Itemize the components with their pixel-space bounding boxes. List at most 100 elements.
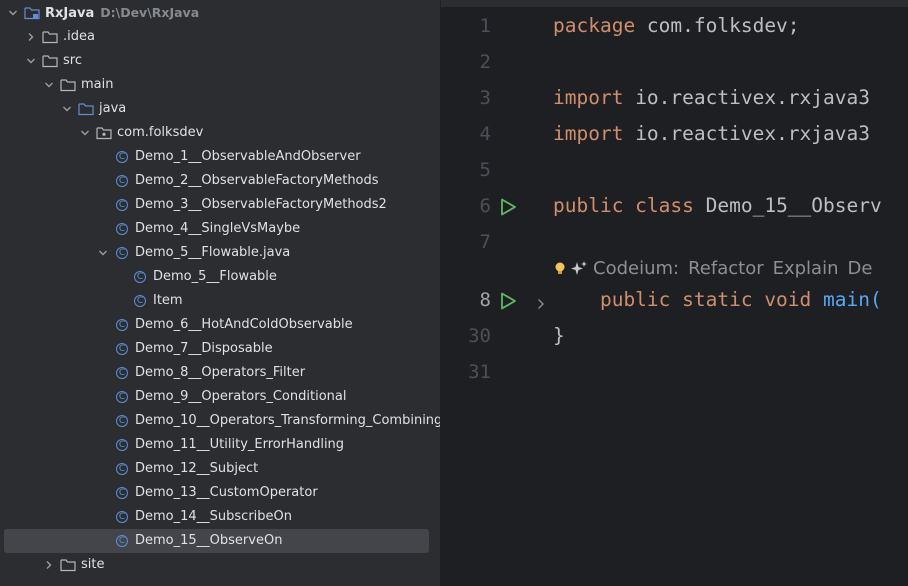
class-icon: C bbox=[114, 173, 130, 189]
code-token: io.reactivex.rxjava3 bbox=[635, 86, 870, 109]
codeium-codelens[interactable]: Codeium: Refactor Explain De bbox=[553, 258, 881, 279]
tree-item-label: Demo_3__ObservableFactoryMethods2 bbox=[135, 197, 387, 212]
tree-item[interactable]: C Demo_7__Disposable bbox=[4, 337, 429, 361]
line-number: 4 bbox=[479, 123, 491, 145]
tree-item[interactable]: C Demo_12__Subject bbox=[4, 457, 429, 481]
chevron-down-icon[interactable] bbox=[62, 104, 72, 114]
code-line[interactable]: import io.reactivex.rxjava3 bbox=[553, 86, 870, 109]
tree-item-label: Demo_5__Flowable.java bbox=[135, 245, 291, 260]
chevron-down-icon[interactable] bbox=[98, 248, 108, 258]
tree-item[interactable]: C Demo_15__ObserveOn bbox=[4, 529, 429, 553]
package-icon bbox=[96, 125, 112, 141]
code-token: } bbox=[553, 324, 565, 347]
chevron-down-icon[interactable] bbox=[44, 80, 54, 90]
tree-item[interactable]: C Item bbox=[4, 289, 429, 313]
class-icon: C bbox=[132, 293, 148, 309]
code-line[interactable]: } bbox=[553, 324, 565, 347]
tree-item[interactable]: C Demo_5__Flowable bbox=[4, 265, 429, 289]
tree-item-label: Demo_14__SubscribeOn bbox=[135, 509, 293, 524]
tree-item[interactable]: site bbox=[4, 553, 429, 577]
tree-item-label: com.folksdev bbox=[117, 125, 204, 140]
folder-icon bbox=[60, 77, 76, 93]
class-icon: C bbox=[114, 245, 130, 261]
tree-item[interactable]: C Demo_13__CustomOperator bbox=[4, 481, 429, 505]
tree-item[interactable]: C Demo_2__ObservableFactoryMethods bbox=[4, 169, 429, 193]
folder-icon bbox=[42, 53, 58, 69]
code-line[interactable]: import io.reactivex.rxjava3 bbox=[553, 122, 870, 145]
tree-item-label: RxJava D:\Dev\RxJava bbox=[45, 5, 200, 21]
class-icon: C bbox=[114, 437, 130, 453]
class-icon: C bbox=[114, 485, 130, 501]
tree-item[interactable]: C Demo_4__SingleVsMaybe bbox=[4, 217, 429, 241]
tree-item[interactable]: main bbox=[4, 73, 429, 97]
line-number: 6 bbox=[479, 195, 491, 217]
project-path: D:\Dev\RxJava bbox=[100, 5, 200, 20]
code-editor[interactable]: 1 2 3 4 5 6 7 8 30 31 package com.folksdev; import… bbox=[441, 0, 908, 586]
tree-item[interactable]: C Demo_14__SubscribeOn bbox=[4, 505, 429, 529]
method-token: main( bbox=[823, 288, 882, 311]
tree-item[interactable]: C Demo_1__ObservableAndObserver bbox=[4, 145, 429, 169]
folder-icon bbox=[42, 29, 58, 45]
line-number: 8 bbox=[479, 289, 491, 311]
tree-item[interactable]: .idea bbox=[4, 25, 429, 49]
tree-item[interactable]: C Demo_11__Utility_ErrorHandling bbox=[4, 433, 429, 457]
tree-item[interactable]: RxJava D:\Dev\RxJava bbox=[4, 1, 429, 25]
folder-icon bbox=[60, 557, 76, 573]
class-icon: C bbox=[114, 317, 130, 333]
tree-item[interactable]: C Demo_3__ObservableFactoryMethods2 bbox=[4, 193, 429, 217]
line-number: 2 bbox=[479, 51, 491, 73]
codelens-codeium-label: Codeium: bbox=[593, 258, 680, 279]
tree-item[interactable]: C Demo_9__Operators_Conditional bbox=[4, 385, 429, 409]
tree-item-label: site bbox=[81, 557, 105, 572]
tree-item[interactable]: com.folksdev bbox=[4, 121, 429, 145]
codelens-docstring-link[interactable]: De bbox=[848, 258, 873, 279]
sparkle-icon[interactable] bbox=[569, 260, 589, 278]
tree-item-label: Demo_10__Operators_Transforming_Combinin… bbox=[135, 413, 440, 428]
editor-tab-strip-edge bbox=[441, 0, 908, 7]
codelens-explain-link[interactable]: Explain bbox=[773, 258, 839, 279]
keyword-token: import bbox=[553, 122, 636, 145]
chevron-down-icon[interactable] bbox=[26, 56, 36, 66]
tree-item-label: .idea bbox=[63, 29, 95, 44]
tree-item-label: java bbox=[99, 101, 127, 116]
code-line[interactable]: public class Demo_15__Observ bbox=[553, 194, 882, 217]
chevron-down-icon[interactable] bbox=[80, 128, 90, 138]
class-icon: C bbox=[114, 509, 130, 525]
run-icon[interactable] bbox=[498, 291, 518, 311]
tree-item-label: Demo_12__Subject bbox=[135, 461, 259, 476]
class-icon: C bbox=[132, 269, 148, 285]
keyword-token: import bbox=[553, 86, 636, 109]
lightbulb-icon[interactable] bbox=[553, 261, 567, 277]
tree-item-label: Demo_1__ObservableAndObserver bbox=[135, 149, 361, 164]
tree-item[interactable]: C Demo_10__Operators_Transforming_Combini… bbox=[4, 409, 440, 433]
tree-item-label: Demo_13__CustomOperator bbox=[135, 485, 318, 500]
keyword-token: public class bbox=[553, 194, 706, 217]
tree-item-label: Demo_9__Operators_Conditional bbox=[135, 389, 347, 404]
tree-item-label: Demo_8__Operators_Filter bbox=[135, 365, 306, 380]
tree-item[interactable]: C Demo_5__Flowable.java bbox=[4, 241, 429, 265]
code-line[interactable]: public static void main( bbox=[553, 288, 882, 311]
tree-item[interactable]: C Demo_8__Operators_Filter bbox=[4, 361, 429, 385]
fold-chevron-icon[interactable] bbox=[536, 295, 546, 309]
tree-item[interactable]: java bbox=[4, 97, 429, 121]
code-line[interactable]: package com.folksdev; bbox=[553, 14, 800, 37]
chevron-right-icon[interactable] bbox=[44, 560, 54, 570]
line-number: 3 bbox=[479, 87, 491, 109]
class-icon: C bbox=[114, 365, 130, 381]
tree-item[interactable]: src bbox=[4, 49, 429, 73]
class-icon: C bbox=[114, 149, 130, 165]
line-number: 31 bbox=[468, 361, 491, 383]
class-icon: C bbox=[114, 197, 130, 213]
source-folder-icon bbox=[78, 101, 94, 117]
project-tool-window: RxJava D:\Dev\RxJava .idea src main java com.f… bbox=[0, 0, 440, 586]
tree-item-label: Item bbox=[153, 293, 183, 308]
line-number: 7 bbox=[479, 231, 491, 253]
chevron-right-icon[interactable] bbox=[26, 32, 36, 42]
class-icon: C bbox=[114, 461, 130, 477]
chevron-down-icon[interactable] bbox=[8, 8, 18, 18]
line-number: 1 bbox=[479, 15, 491, 37]
tree-item[interactable]: C Demo_6__HotAndColdObservable bbox=[4, 313, 429, 337]
class-icon: C bbox=[114, 413, 130, 429]
codelens-refactor-link[interactable]: Refactor bbox=[688, 258, 764, 279]
run-icon[interactable] bbox=[498, 197, 518, 217]
